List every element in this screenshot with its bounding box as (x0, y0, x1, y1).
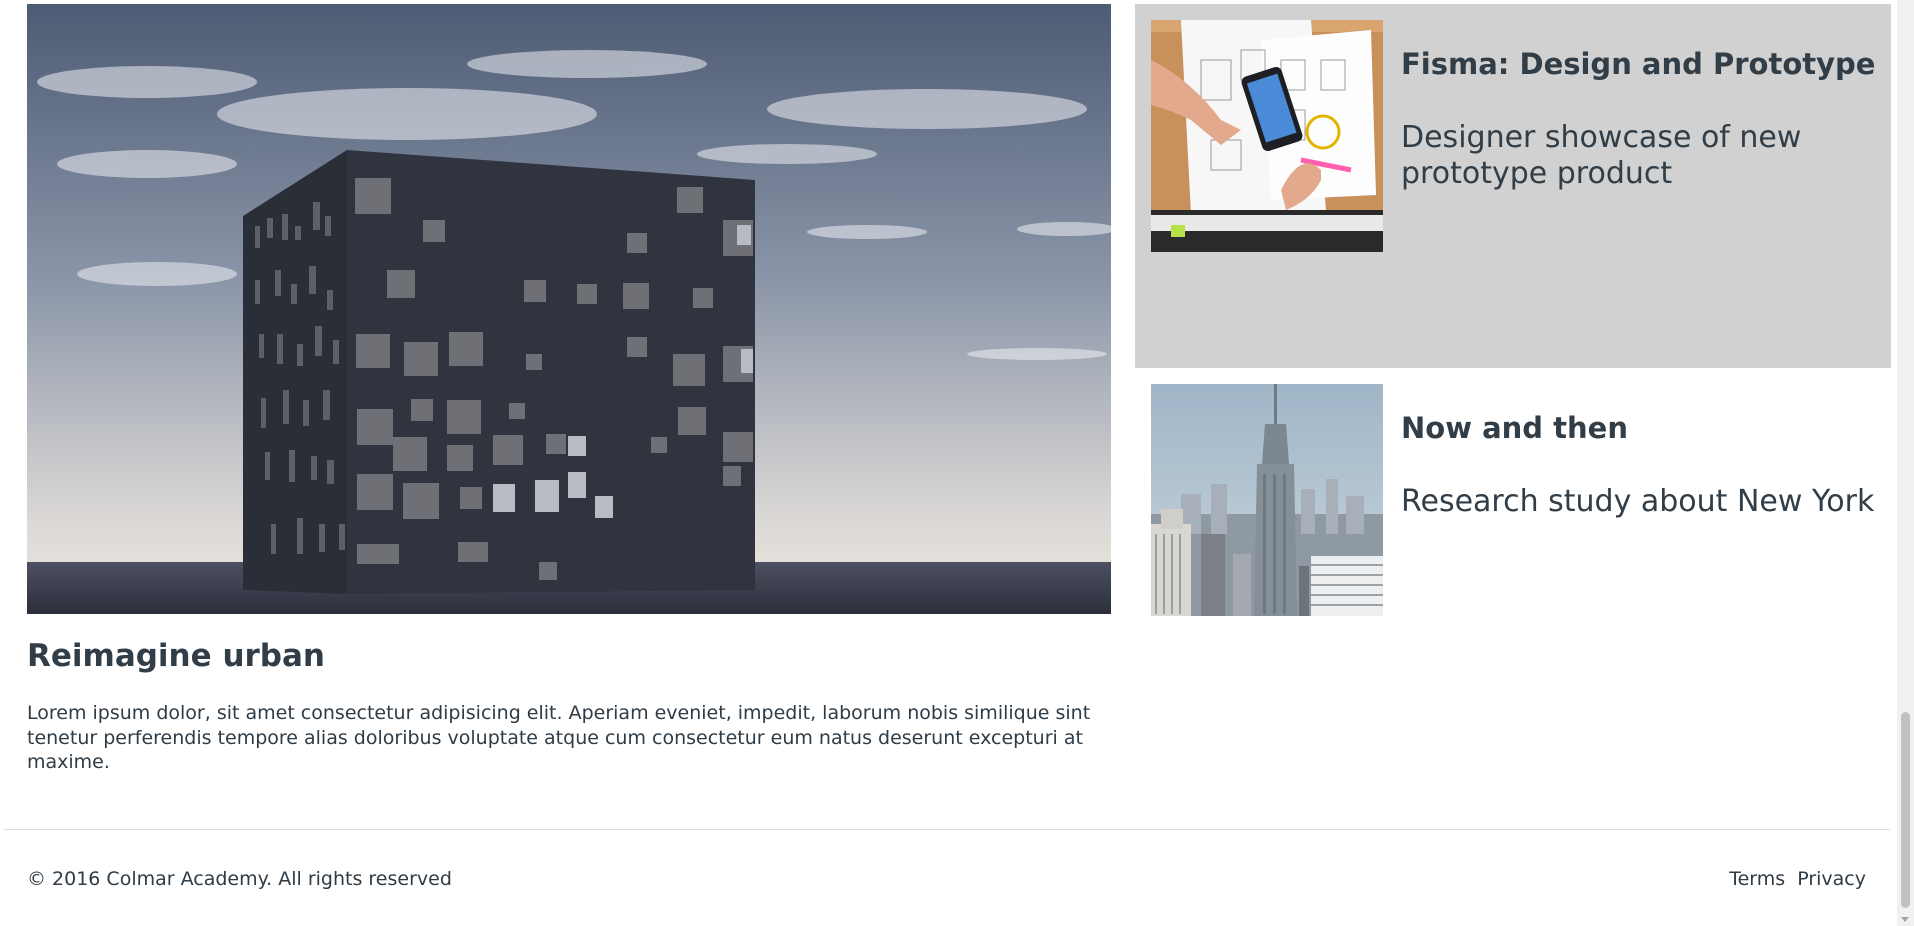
footer-copyright: © 2016 Colmar Academy. All rights reserv… (27, 868, 452, 890)
scroll-down-arrow-icon[interactable] (1901, 917, 1909, 922)
side-card-title[interactable]: Now and then (1401, 411, 1628, 445)
footer-links: Terms Privacy (1729, 868, 1866, 890)
side-card-fisma[interactable]: Fisma: Design and Prototype Designer sho… (1135, 4, 1891, 368)
footer-divider (4, 829, 1890, 830)
side-card-now-and-then[interactable]: Now and then Research study about New Yo… (1135, 368, 1891, 732)
vertical-scrollbar[interactable] (1897, 0, 1914, 926)
cube-building-illustration (27, 4, 1111, 614)
scrollbar-thumb[interactable] (1901, 712, 1910, 908)
new-york-skyline-illustration (1151, 384, 1383, 616)
featured-title[interactable]: Reimagine urban (27, 638, 325, 674)
design-sketch-illustration (1151, 20, 1383, 252)
featured-description: Lorem ipsum dolor, sit amet consectetur … (27, 702, 1091, 773)
page: Reimagine urban Lorem ipsum dolor, sit a… (0, 0, 1914, 926)
featured-image[interactable] (27, 4, 1111, 614)
side-card-description: Research study about New York (1401, 484, 1875, 519)
terms-link[interactable]: Terms (1729, 868, 1785, 890)
side-card-image[interactable] (1151, 20, 1383, 252)
privacy-link[interactable]: Privacy (1797, 868, 1866, 890)
side-card-description: Designer showcase of new prototype produ… (1401, 120, 1802, 191)
side-card-image[interactable] (1151, 384, 1383, 616)
side-card-title[interactable]: Fisma: Design and Prototype (1401, 47, 1875, 81)
